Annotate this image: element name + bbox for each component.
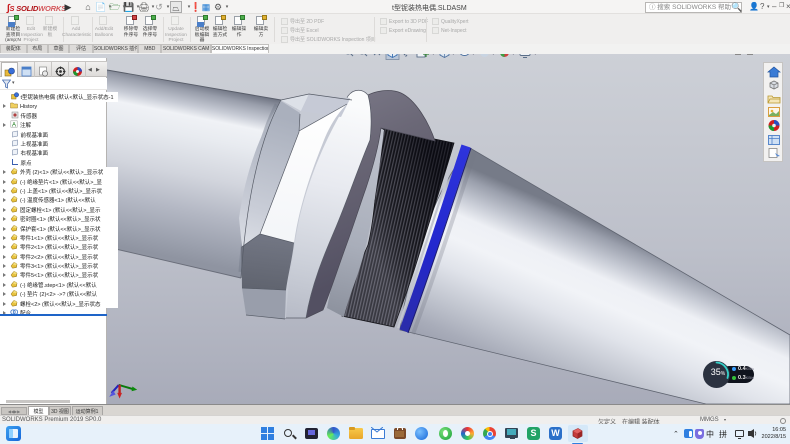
svg-text:A: A bbox=[12, 122, 16, 128]
